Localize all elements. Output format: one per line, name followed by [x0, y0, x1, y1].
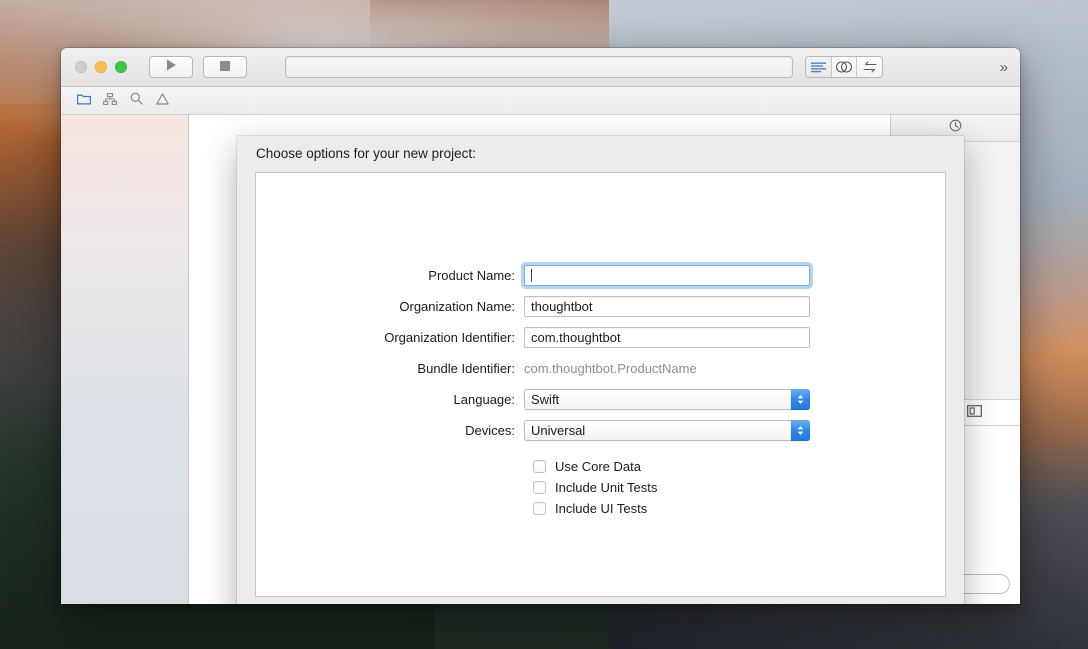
symbol-navigator-tab[interactable]: [97, 92, 123, 110]
include-unit-tests-label[interactable]: Include Unit Tests: [555, 480, 657, 495]
organization-identifier-label: Organization Identifier:: [384, 330, 515, 345]
organization-name-input[interactable]: thoughtbot: [524, 296, 810, 317]
field-row-language: Language: Swift: [256, 389, 945, 410]
clock-icon[interactable]: [949, 119, 962, 137]
field-row-product-name: Product Name:: [256, 265, 945, 286]
product-name-input[interactable]: [524, 265, 810, 286]
field-row-bundle-identifier: Bundle Identifier: com.thoughtbot.Produc…: [256, 358, 945, 379]
field-row-organization-name: Organization Name: thoughtbot: [256, 296, 945, 317]
devices-value: Universal: [531, 423, 586, 438]
checkbox-row-use-core-data: Use Core Data: [256, 459, 945, 474]
close-window-button[interactable]: [75, 61, 87, 73]
bundle-identifier-value: com.thoughtbot.ProductName: [524, 361, 697, 376]
minimize-window-button[interactable]: [95, 61, 107, 73]
include-ui-tests-label[interactable]: Include UI Tests: [555, 501, 647, 516]
devices-label: Devices:: [465, 423, 515, 438]
navigator-tab-bar: [61, 87, 1020, 115]
issue-navigator-tab[interactable]: [149, 92, 175, 110]
traffic-light-group: [75, 61, 127, 73]
version-editor-button[interactable]: [857, 57, 882, 77]
include-unit-tests-checkbox[interactable]: [533, 481, 546, 494]
panel-icon[interactable]: [967, 404, 982, 422]
toolbar-overflow-button[interactable]: »: [1000, 60, 1008, 75]
activity-status-bar: [285, 56, 793, 78]
include-ui-tests-checkbox[interactable]: [533, 502, 546, 515]
project-navigator-tab[interactable]: [71, 92, 97, 110]
project-navigator-panel: [61, 115, 189, 604]
devices-popup-button[interactable]: Universal: [524, 420, 810, 441]
organization-name-label: Organization Name:: [399, 299, 515, 314]
use-core-data-label[interactable]: Use Core Data: [555, 459, 641, 474]
language-value: Swift: [531, 392, 560, 407]
zoom-window-button[interactable]: [115, 61, 127, 73]
new-project-options-sheet: Choose options for your new project: Pro…: [237, 136, 964, 604]
sheet-title: Choose options for your new project:: [256, 146, 476, 161]
stop-button[interactable]: [203, 56, 247, 78]
project-options-form: Product Name: Organization Name: thought…: [256, 265, 945, 522]
window-toolbar: »: [61, 48, 1020, 87]
language-stepper-arrows-icon[interactable]: [791, 389, 810, 410]
checkbox-row-include-ui-tests: Include UI Tests: [256, 501, 945, 516]
run-button[interactable]: [149, 56, 193, 78]
stop-square-icon: [220, 58, 230, 76]
text-caret: [531, 269, 532, 282]
editor-mode-segmented-control[interactable]: [805, 56, 883, 78]
xcode-window: » Choose options for your new project: P…: [61, 48, 1020, 604]
find-navigator-tab[interactable]: [123, 92, 149, 110]
standard-editor-button[interactable]: [806, 57, 832, 77]
warning-triangle-icon: [155, 92, 169, 110]
field-row-organization-identifier: Organization Identifier: com.thoughtbot: [256, 327, 945, 348]
devices-stepper-arrows-icon[interactable]: [791, 420, 810, 441]
checkbox-row-include-unit-tests: Include Unit Tests: [256, 480, 945, 495]
organization-identifier-input[interactable]: com.thoughtbot: [524, 327, 810, 348]
sheet-content-panel: Product Name: Organization Name: thought…: [255, 172, 946, 597]
search-icon: [130, 92, 143, 110]
play-triangle-icon: [166, 58, 177, 76]
hierarchy-icon: [103, 92, 117, 110]
language-label: Language:: [453, 392, 515, 407]
folder-icon: [76, 92, 92, 110]
use-core-data-checkbox[interactable]: [533, 460, 546, 473]
product-name-label: Product Name:: [428, 268, 515, 283]
field-row-devices: Devices: Universal: [256, 420, 945, 441]
assistant-editor-button[interactable]: [832, 57, 858, 77]
language-popup-button[interactable]: Swift: [524, 389, 810, 410]
bundle-identifier-label: Bundle Identifier:: [417, 361, 515, 376]
